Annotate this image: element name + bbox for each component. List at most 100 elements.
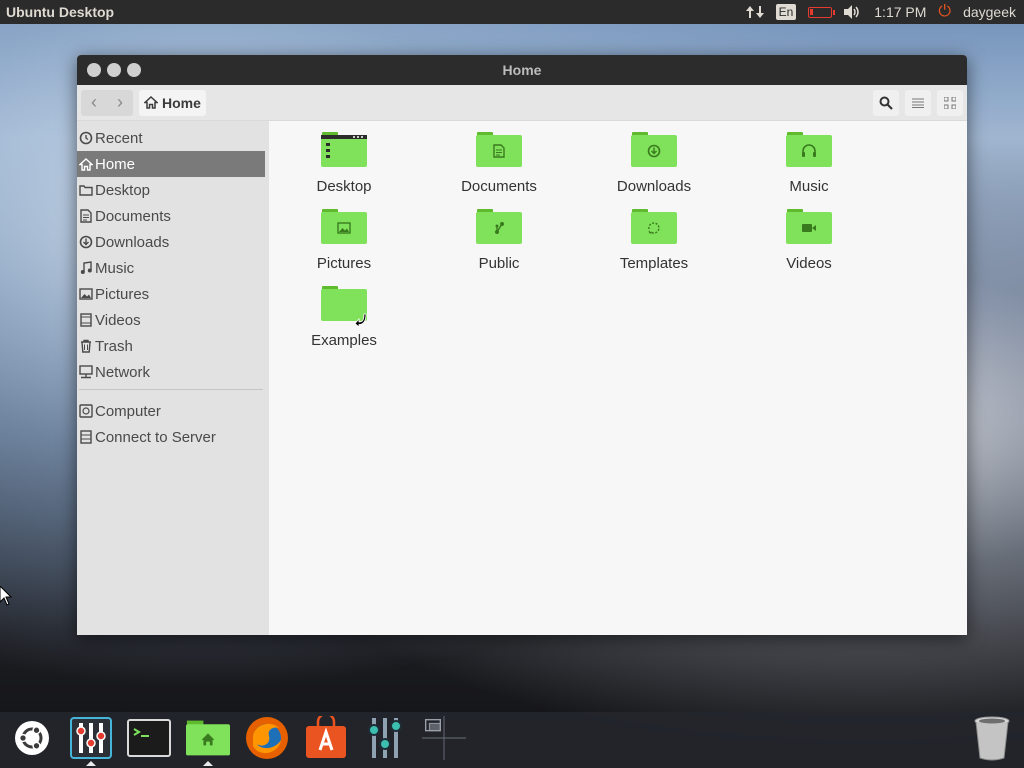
dock-firefox[interactable] [245, 716, 289, 760]
clock[interactable]: 1:17 PM [874, 0, 926, 24]
battery-icon[interactable] [808, 0, 836, 24]
maximize-button[interactable] [127, 63, 141, 77]
sidebar-item-label: Documents [95, 207, 171, 225]
sidebar-item-label: Pictures [95, 285, 150, 303]
dock-unity-tweak[interactable] [363, 716, 407, 760]
sidebar-item-downloads[interactable]: Downloads [77, 229, 265, 255]
dock-software-center[interactable] [304, 716, 348, 760]
dock-system-settings[interactable] [69, 716, 113, 766]
minimize-button[interactable] [107, 63, 121, 77]
chevron-right-icon: › [117, 92, 123, 112]
search-icon [879, 96, 893, 110]
desktop-folder-icon [321, 132, 367, 170]
places-sidebar: Recent Home Desktop Documents Downloads … [77, 121, 269, 635]
dock-ubuntu-button[interactable] [10, 716, 54, 760]
sidebar-item-label: Trash [95, 337, 133, 355]
trash-icon [974, 716, 1010, 761]
power-icon: ⏻ [938, 3, 952, 20]
top-panel: Ubuntu Desktop En 1:17 PM ⏻ daygeek [0, 0, 1024, 24]
sidebar-item-label: Recent [95, 129, 143, 147]
videos-folder-icon [786, 209, 832, 247]
file-item-pictures[interactable]: Pictures [284, 209, 404, 272]
file-item-label: Documents [461, 178, 537, 195]
sidebar-item-pictures[interactable]: Pictures [77, 281, 265, 307]
mouse-cursor-icon [0, 586, 12, 606]
breadcrumb[interactable]: Home [139, 89, 206, 116]
sidebar-item-label: Computer [95, 402, 161, 420]
music-icon [79, 261, 93, 275]
file-item-label: Public [478, 255, 520, 272]
file-item-desktop[interactable]: Desktop [284, 132, 404, 195]
keyboard-layout-label: En [775, 4, 797, 20]
pictures-folder-icon [321, 209, 367, 247]
file-item-examples[interactable]: Examples [284, 286, 404, 349]
picture-icon [79, 287, 93, 301]
file-item-label: Desktop [316, 178, 372, 195]
sidebar-item-home[interactable]: Home [77, 151, 265, 177]
document-icon [79, 209, 93, 223]
download-icon [79, 235, 93, 249]
dock-trash[interactable] [970, 716, 1014, 761]
sidebar-divider [79, 389, 263, 390]
window-title: Home [502, 62, 542, 78]
network-arrows-icon[interactable] [745, 0, 764, 24]
back-button[interactable]: ‹ [81, 90, 107, 116]
sidebar-item-computer[interactable]: Computer [77, 398, 265, 424]
running-indicator [203, 761, 213, 766]
running-indicator [86, 761, 96, 766]
navigation-buttons: ‹ › [81, 89, 133, 116]
forward-button[interactable]: › [107, 90, 133, 116]
sidebar-item-videos[interactable]: Videos [77, 307, 265, 333]
file-item-music[interactable]: Music [749, 132, 869, 195]
close-button[interactable] [87, 63, 101, 77]
system-tray: En 1:17 PM ⏻ daygeek [734, 0, 1024, 24]
file-item-documents[interactable]: Documents [439, 132, 559, 195]
sidebar-item-label: Home [95, 155, 136, 173]
sidebar-item-network[interactable]: Network [77, 359, 265, 385]
terminal-icon [127, 719, 171, 757]
list-view-button[interactable] [905, 89, 931, 116]
sidebar-item-label: Music [95, 259, 135, 277]
workspace-switcher-icon [422, 716, 466, 760]
breadcrumb-label: Home [162, 94, 201, 111]
templates-folder-icon [631, 209, 677, 247]
toolbar: ‹ › Home [77, 85, 967, 121]
sidebar-item-desktop[interactable]: Desktop [77, 177, 265, 203]
file-item-templates[interactable]: Templates [594, 209, 714, 272]
file-item-videos[interactable]: Videos [749, 209, 869, 272]
session-menu[interactable]: ⏻ daygeek [938, 0, 1024, 24]
computer-icon [79, 404, 93, 418]
dock-files[interactable] [186, 716, 230, 766]
dock-workspace-switcher[interactable] [422, 716, 466, 760]
software-center-icon [306, 716, 346, 758]
sidebar-item-documents[interactable]: Documents [77, 203, 265, 229]
username: daygeek [963, 4, 1016, 20]
file-manager-window: Home ‹ › Home Recent Home Desktop Docume… [77, 55, 967, 635]
grid-view-button[interactable] [937, 89, 963, 116]
dock-terminal[interactable] [127, 716, 171, 760]
unity-tweak-icon [368, 718, 402, 758]
volume-icon[interactable] [844, 0, 862, 24]
file-item-label: Videos [786, 255, 832, 272]
window-controls [87, 63, 141, 77]
examples-folder-link-icon [321, 286, 367, 327]
file-item-label: Pictures [316, 255, 372, 272]
clock-icon [79, 131, 93, 145]
window-titlebar[interactable]: Home [77, 55, 967, 85]
files-icon [186, 720, 230, 756]
sidebar-item-trash[interactable]: Trash [77, 333, 265, 359]
file-view: Desktop Documents Downloads Music Pictur… [269, 121, 967, 635]
sidebar-item-label: Network [95, 363, 151, 381]
sidebar-item-recent[interactable]: Recent [77, 125, 265, 151]
battery-level-fill [810, 8, 814, 15]
file-item-public[interactable]: Public [439, 209, 559, 272]
downloads-folder-icon [631, 132, 677, 170]
file-item-downloads[interactable]: Downloads [594, 132, 714, 195]
folder-icon [79, 183, 93, 197]
keyboard-layout-indicator[interactable]: En [775, 0, 797, 24]
sidebar-item-connect-to-server[interactable]: Connect to Server [77, 424, 265, 450]
search-button[interactable] [873, 89, 899, 116]
server-icon [79, 430, 93, 444]
list-view-icon [912, 98, 924, 108]
sidebar-item-music[interactable]: Music [77, 255, 265, 281]
